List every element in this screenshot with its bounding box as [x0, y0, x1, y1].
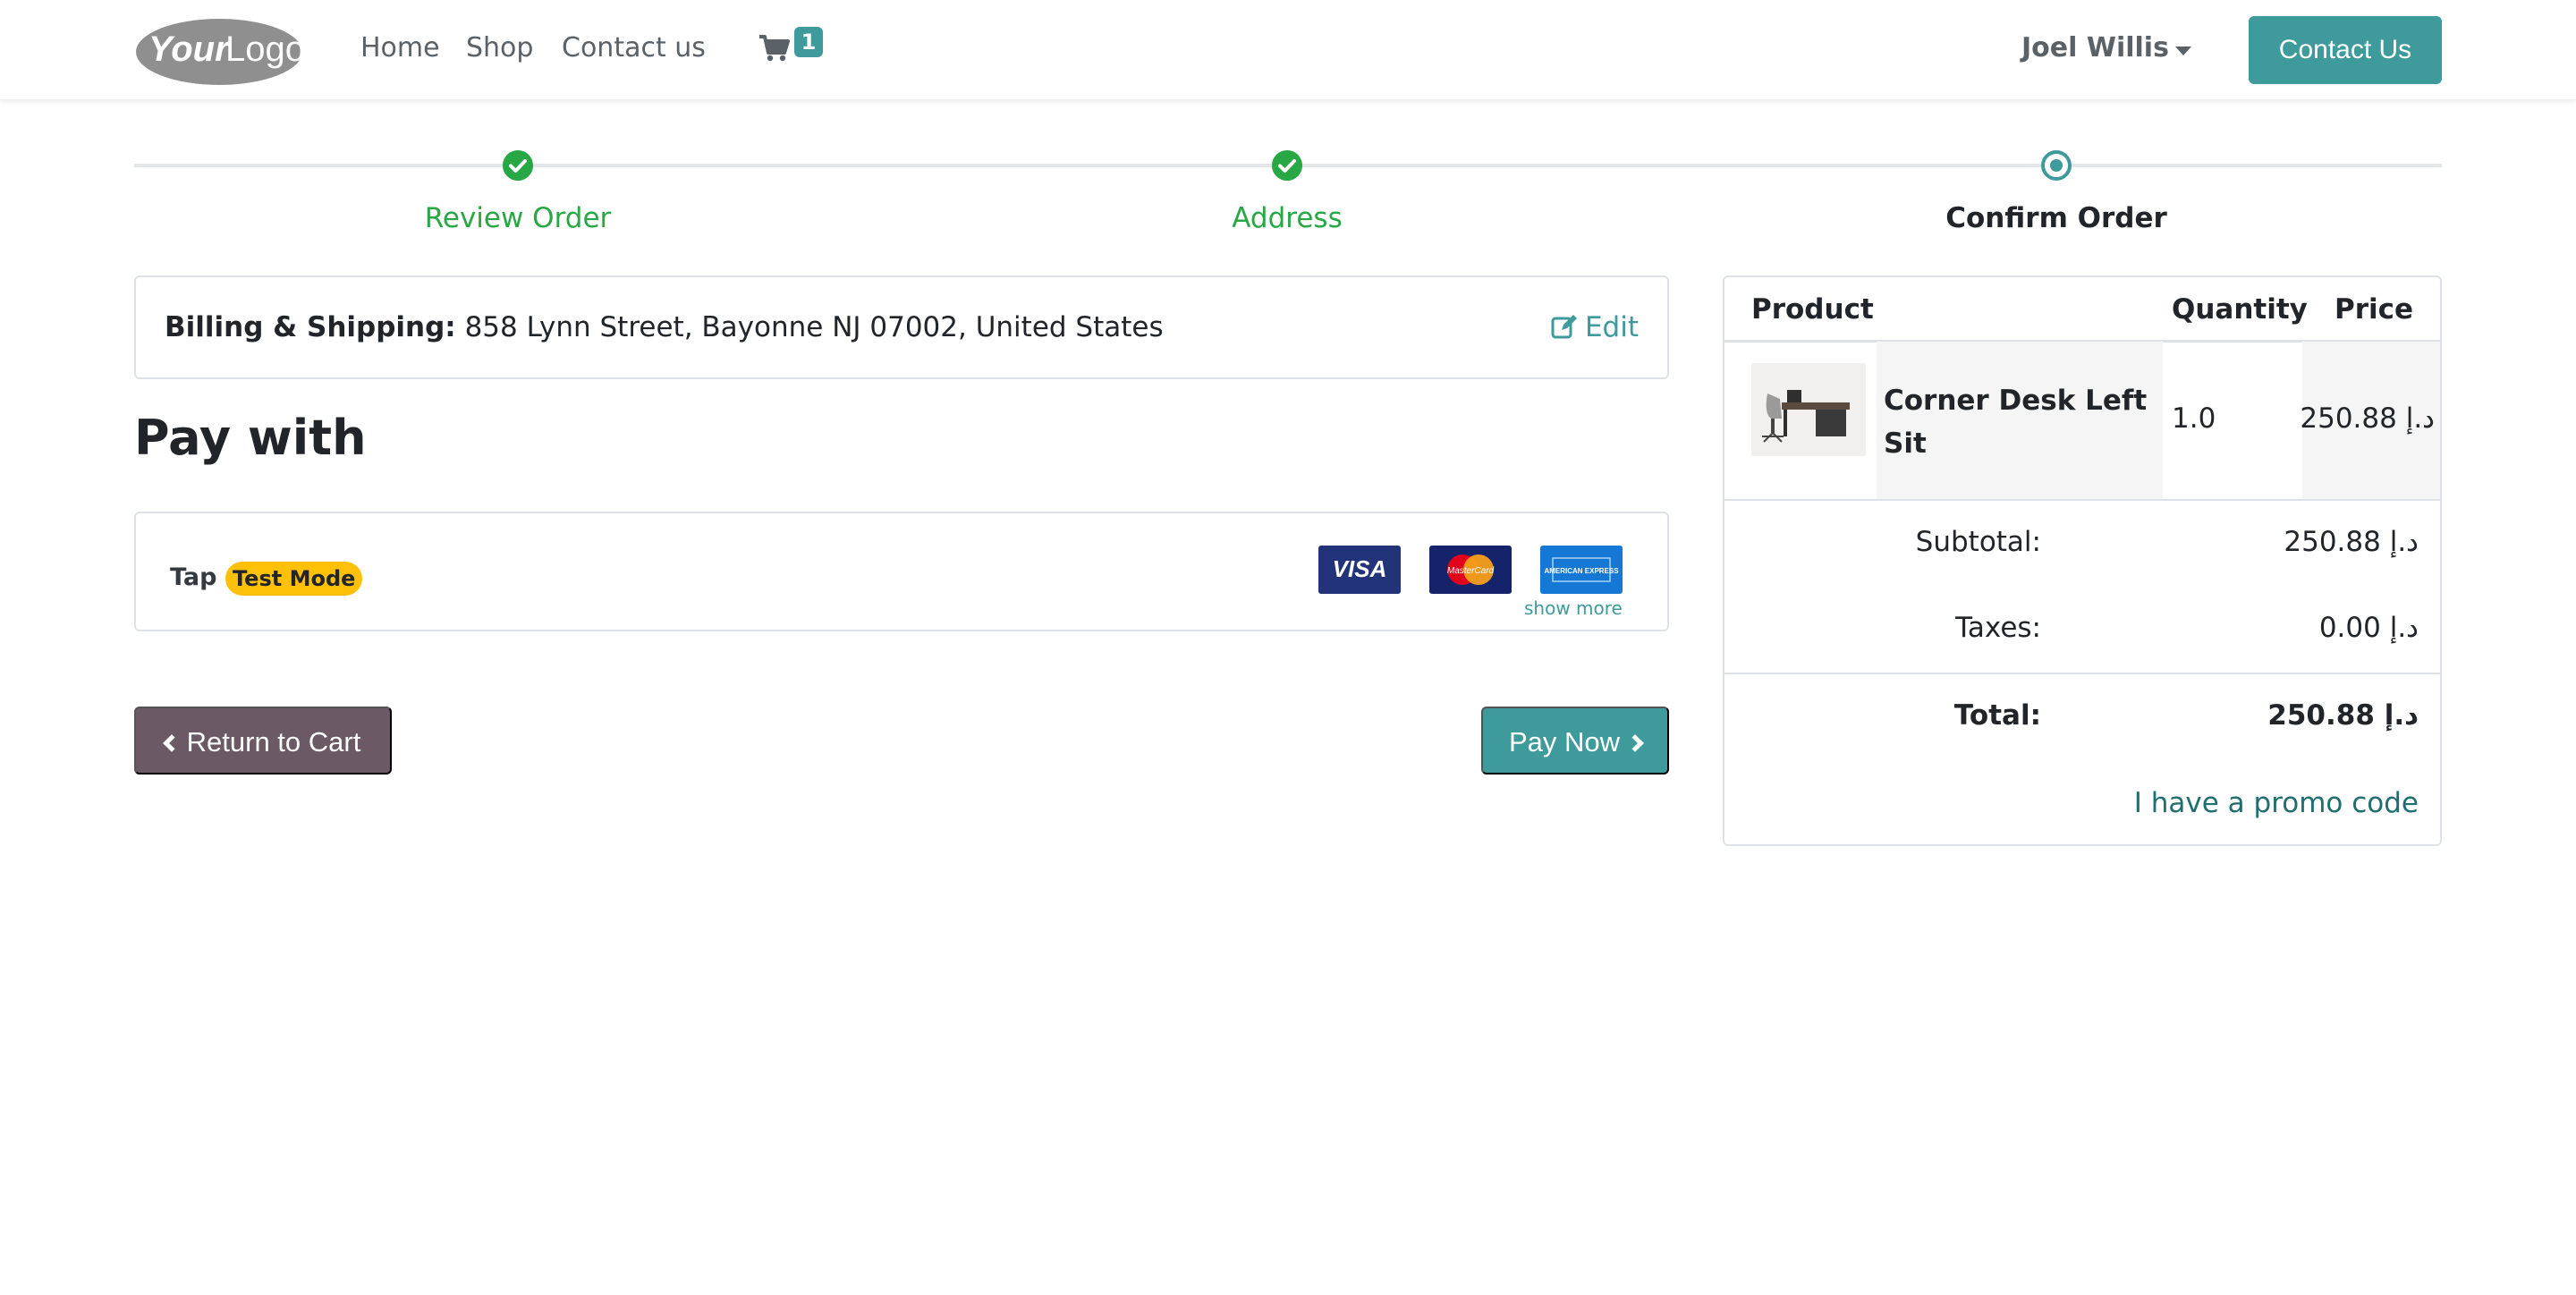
edit-address-link[interactable]: Edit	[1551, 311, 1639, 343]
chevron-right-icon	[1626, 734, 1644, 752]
show-more-link[interactable]: show more	[1524, 597, 1623, 619]
col-header-price: Price	[2334, 293, 2414, 326]
check-icon	[503, 150, 533, 181]
subtotal-label: Subtotal:	[1915, 526, 2041, 558]
edit-label: Edit	[1584, 311, 1639, 343]
taxes-label: Taxes:	[1955, 612, 2041, 644]
subtotal-value: 250.88 د.إ	[2284, 526, 2419, 558]
chevron-left-icon	[162, 734, 181, 752]
product-quantity: 1.0	[2172, 402, 2216, 435]
pay-with-heading: Pay with	[134, 410, 367, 466]
nav-contact-us[interactable]: Contact us	[562, 32, 706, 63]
test-mode-badge: Test Mode	[225, 562, 363, 596]
payment-method-tap[interactable]: Tap Test Mode VISA MasterCard AMERICAN E…	[134, 512, 1669, 631]
svg-text:Logo: Logo	[225, 30, 304, 69]
top-navbar: Your Logo Home Shop Contact us 1 Joel Wi…	[0, 0, 2576, 100]
product-thumbnail[interactable]	[1751, 363, 1866, 456]
billing-shipping-card: Billing & Shipping: 858 Lynn Street, Bay…	[134, 275, 1669, 379]
nav-home[interactable]: Home	[360, 32, 440, 63]
contact-us-button[interactable]: Contact Us	[2249, 16, 2442, 84]
taxes-value: 0.00 د.إ	[2318, 612, 2419, 644]
return-to-cart-label: Return to Cart	[186, 726, 361, 758]
col-header-product: Product	[1751, 293, 1874, 326]
billing-address-text: Billing & Shipping: 858 Lynn Street, Bay…	[165, 311, 1164, 343]
your-logo[interactable]: Your Logo	[134, 14, 304, 86]
order-summary-card: Product Quantity Price Corner Desk Left …	[1723, 275, 2442, 846]
check-icon	[1272, 150, 1302, 181]
svg-text:Your: Your	[148, 30, 231, 69]
user-menu-toggle[interactable]: Joel Willis	[2021, 32, 2169, 63]
pay-now-label: Pay Now	[1508, 726, 1621, 758]
total-label: Total:	[1953, 699, 2041, 732]
row-divider	[1724, 499, 2440, 501]
step-review-order[interactable]: Review Order	[339, 202, 697, 234]
pay-now-button[interactable]: Pay Now	[1481, 707, 1669, 774]
col-header-quantity: Quantity	[2172, 293, 2308, 326]
current-step-icon	[2041, 150, 2072, 181]
step-confirm-order: Confirm Order	[1945, 202, 2167, 234]
step-address[interactable]: Address	[1108, 202, 1466, 234]
promo-code-link[interactable]: I have a promo code	[2134, 787, 2419, 819]
payment-provider-name: Tap	[170, 563, 217, 591]
product-price: 250.88 د.إ	[2300, 402, 2435, 435]
chevron-down-icon[interactable]	[2175, 47, 2191, 55]
total-value: 250.88 د.إ	[2267, 699, 2419, 732]
svg-text:MasterCard: MasterCard	[1447, 566, 1495, 576]
edit-icon	[1551, 315, 1577, 339]
svg-text:VISA: VISA	[1333, 555, 1387, 582]
amex-icon: AMERICAN EXPRESS	[1540, 546, 1623, 594]
billing-label: Billing & Shipping:	[165, 311, 456, 343]
total-divider	[1724, 673, 2440, 674]
return-to-cart-button[interactable]: Return to Cart	[134, 707, 392, 774]
billing-address: 858 Lynn Street, Bayonne NJ 07002, Unite…	[464, 311, 1164, 343]
cart-icon[interactable]	[758, 34, 791, 63]
svg-text:AMERICAN EXPRESS: AMERICAN EXPRESS	[1544, 567, 1619, 575]
product-name[interactable]: Corner Desk Left Sit	[1884, 379, 2152, 465]
visa-icon: VISA	[1318, 546, 1401, 594]
mastercard-icon: MasterCard	[1429, 546, 1512, 594]
nav-shop[interactable]: Shop	[466, 32, 533, 63]
cart-count-badge[interactable]: 1	[794, 27, 823, 57]
